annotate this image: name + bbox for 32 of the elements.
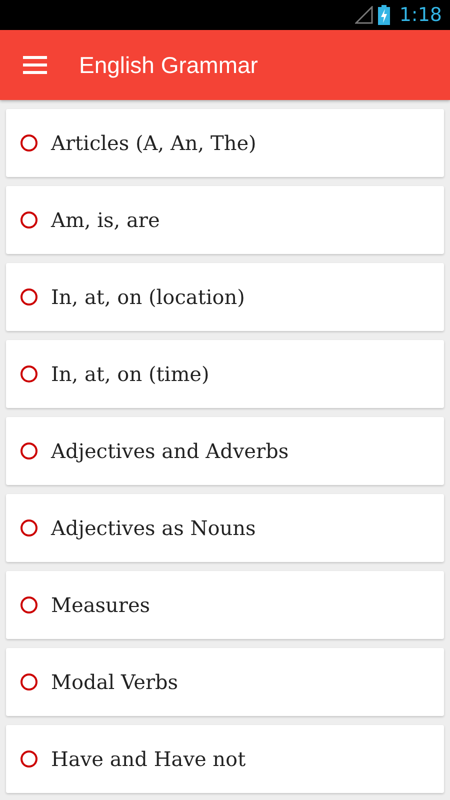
circle-icon xyxy=(20,288,38,306)
topic-title: Have and Have not xyxy=(51,747,246,771)
topic-title: Measures xyxy=(51,593,150,617)
app-title: English Grammar xyxy=(79,52,258,78)
topic-title: Adjectives as Nouns xyxy=(51,516,256,540)
circle-icon xyxy=(20,442,38,460)
circle-icon xyxy=(20,365,38,383)
topic-card[interactable]: Adjectives as Nouns xyxy=(6,494,444,562)
topic-title: Articles (A, An, The) xyxy=(51,131,256,155)
topic-card[interactable]: Articles (A, An, The) xyxy=(6,109,444,177)
menu-icon[interactable] xyxy=(23,56,47,74)
topic-title: Modal Verbs xyxy=(51,670,178,694)
topic-card[interactable]: Modal Verbs xyxy=(6,648,444,716)
topic-title: Am, is, are xyxy=(51,208,160,232)
signal-icon xyxy=(355,6,374,24)
topic-card[interactable]: Have and Have not xyxy=(6,725,444,793)
clock: 1:18 xyxy=(399,4,442,26)
circle-icon xyxy=(20,596,38,614)
topic-title: In, at, on (location) xyxy=(51,285,245,309)
topic-title: Adjectives and Adverbs xyxy=(51,439,289,463)
topic-card[interactable]: Measures xyxy=(6,571,444,639)
circle-icon xyxy=(20,134,38,152)
battery-charging-icon xyxy=(378,5,390,25)
topic-card[interactable]: Adjectives and Adverbs xyxy=(6,417,444,485)
topic-card[interactable]: Am, is, are xyxy=(6,186,444,254)
topic-card[interactable]: In, at, on (time) xyxy=(6,340,444,408)
circle-icon xyxy=(20,519,38,537)
topic-title: In, at, on (time) xyxy=(51,362,210,386)
topic-card[interactable]: In, at, on (location) xyxy=(6,263,444,331)
circle-icon xyxy=(20,750,38,768)
circle-icon xyxy=(20,211,38,229)
circle-icon xyxy=(20,673,38,691)
